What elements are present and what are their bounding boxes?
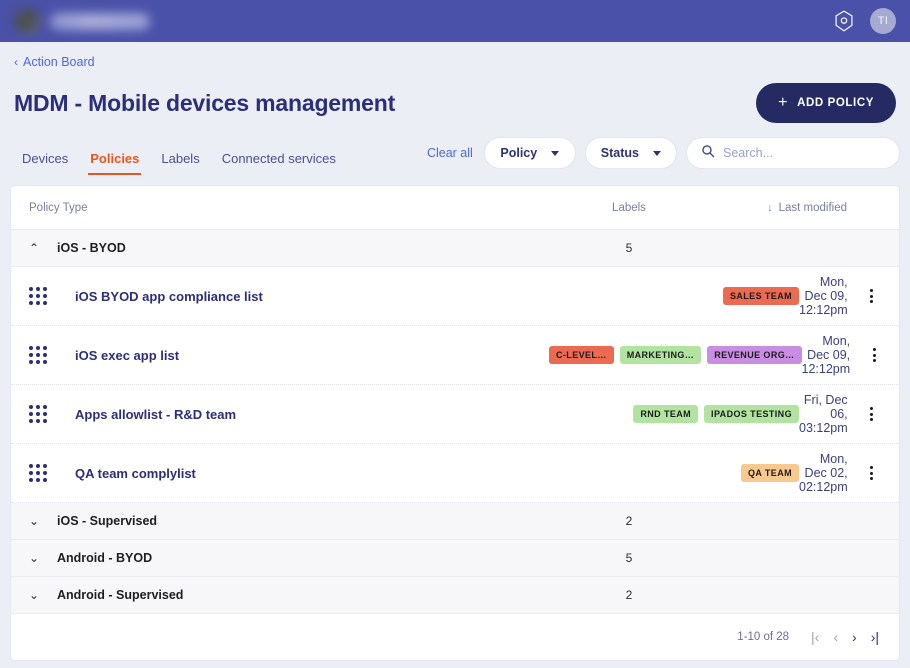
row-menu-icon[interactable]	[862, 466, 882, 480]
drag-handle-icon[interactable]	[29, 346, 75, 364]
sort-descending-icon: ↓	[767, 201, 773, 214]
group-label-count: 5	[625, 551, 633, 565]
table-header-row: Policy Type Labels ↓ Last modified	[11, 186, 899, 230]
drag-handle-icon[interactable]	[29, 287, 75, 305]
policies-table-card: Policy Type Labels ↓ Last modified ⌃ iOS…	[10, 185, 900, 661]
page-title: MDM - Mobile devices management	[14, 89, 396, 116]
policy-labels: SALES TEAM	[549, 287, 799, 305]
chevron-left-icon: ‹	[14, 55, 18, 69]
policy-last-modified: Fri, Dec 06, 03:12pm	[799, 393, 848, 435]
group-row-android-supervised[interactable]: ⌄ Android - Supervised 2	[11, 577, 899, 614]
pagination-next-icon[interactable]: ›	[852, 630, 857, 644]
group-label-count: 2	[625, 588, 633, 602]
policy-labels: C-LEVEL… MARKETING… REVENUE ORG…	[549, 346, 802, 364]
pagination: 1-10 of 28 |‹ ‹ › ›|	[11, 614, 899, 660]
table-row[interactable]: QA team complylist QA TEAM Mon, Dec 02, …	[11, 444, 899, 503]
filter-controls: Clear all Policy Status	[427, 137, 900, 175]
policy-last-modified: Mon, Dec 02, 02:12pm	[799, 452, 848, 494]
app-bar-actions: TI	[834, 8, 896, 34]
row-menu-icon[interactable]	[862, 289, 882, 303]
group-name: iOS - BYOD	[57, 241, 126, 255]
group-row-ios-supervised[interactable]: ⌄ iOS - Supervised 2	[11, 503, 899, 540]
column-header-last-modified-label: Last modified	[778, 201, 847, 214]
policy-labels: RND TEAM IPADOS TESTING	[549, 405, 799, 423]
table-row[interactable]: iOS BYOD app compliance list SALES TEAM …	[11, 267, 899, 326]
add-policy-label: ADD POLICY	[797, 97, 874, 109]
group-name: Android - BYOD	[57, 551, 153, 565]
column-header-last-modified[interactable]: ↓ Last modified	[709, 202, 881, 214]
app-bar: TI	[0, 0, 910, 42]
group-name: iOS - Supervised	[57, 514, 158, 528]
toolbar: Devices Policies Labels Connected servic…	[0, 123, 910, 175]
chevron-down-icon: ⌄	[29, 588, 40, 602]
pagination-last-icon[interactable]: ›|	[871, 630, 879, 644]
policy-last-modified: Mon, Dec 09, 12:12pm	[801, 334, 851, 376]
chevron-down-icon: ⌄	[29, 551, 40, 565]
page-header: MDM - Mobile devices management + ADD PO…	[0, 69, 910, 123]
group-row-android-byod[interactable]: ⌄ Android - BYOD 5	[11, 540, 899, 577]
label-badge[interactable]: RND TEAM	[633, 405, 699, 423]
label-badge[interactable]: QA TEAM	[741, 464, 799, 482]
column-header-labels[interactable]: Labels	[549, 202, 709, 214]
tab-policies[interactable]: Policies	[80, 147, 149, 175]
clear-all-link[interactable]: Clear all	[427, 146, 473, 160]
tab-bar: Devices Policies Labels Connected servic…	[12, 147, 346, 175]
pagination-range: 1-10 of 28	[737, 631, 790, 643]
chevron-down-icon	[551, 150, 560, 156]
group-row-ios-byod[interactable]: ⌃ iOS - BYOD 5	[11, 230, 899, 267]
plus-icon: +	[778, 94, 789, 111]
label-badge[interactable]: C-LEVEL…	[549, 346, 614, 364]
group-label-count: 5	[625, 241, 633, 255]
label-badge[interactable]: REVENUE ORG…	[707, 346, 802, 364]
row-menu-icon[interactable]	[862, 407, 882, 421]
brand-logo-blurred[interactable]	[14, 8, 150, 34]
pagination-prev-icon[interactable]: ‹	[833, 630, 838, 644]
avatar[interactable]: TI	[870, 8, 896, 34]
tab-connected-services[interactable]: Connected services	[212, 147, 346, 175]
search-box[interactable]	[686, 137, 900, 169]
column-header-policy-type[interactable]: Policy Type	[29, 202, 549, 214]
label-badge[interactable]: SALES TEAM	[722, 287, 799, 305]
search-input[interactable]	[723, 146, 885, 160]
policy-last-modified: Mon, Dec 09, 12:12pm	[799, 275, 848, 317]
policy-name-link[interactable]: iOS BYOD app compliance list	[75, 289, 549, 304]
drag-handle-icon[interactable]	[29, 464, 75, 482]
tab-labels[interactable]: Labels	[151, 147, 209, 175]
policy-filter-dropdown[interactable]: Policy	[483, 137, 576, 169]
policy-name-link[interactable]: QA team complylist	[75, 466, 549, 481]
chevron-down-icon	[653, 150, 661, 156]
pagination-first-icon[interactable]: |‹	[811, 630, 819, 644]
brand-mark-icon	[14, 8, 40, 34]
tab-devices[interactable]: Devices	[12, 147, 78, 175]
gear-icon[interactable]	[834, 10, 854, 32]
table-row[interactable]: Apps allowlist - R&D team RND TEAM IPADO…	[11, 385, 899, 444]
label-badge[interactable]: MARKETING…	[619, 346, 702, 364]
policy-name-link[interactable]: Apps allowlist - R&D team	[75, 407, 549, 422]
brand-wordmark	[50, 12, 150, 30]
chevron-down-icon: ⌄	[29, 514, 40, 528]
status-filter-dropdown[interactable]: Status	[584, 137, 677, 169]
add-policy-button[interactable]: + ADD POLICY	[756, 83, 896, 123]
row-menu-icon[interactable]	[864, 348, 884, 362]
policy-labels: QA TEAM	[549, 464, 799, 482]
group-name: Android - Supervised	[57, 588, 184, 602]
breadcrumb[interactable]: ‹ Action Board	[0, 42, 109, 69]
drag-handle-icon[interactable]	[29, 405, 75, 423]
breadcrumb-label: Action Board	[23, 55, 95, 69]
label-badge[interactable]: IPADOS TESTING	[704, 405, 799, 423]
table-row[interactable]: iOS exec app list C-LEVEL… MARKETING… RE…	[11, 326, 899, 385]
group-label-count: 2	[625, 514, 633, 528]
status-filter-label: Status	[600, 146, 639, 160]
chevron-up-icon: ⌃	[29, 241, 40, 255]
search-icon	[701, 144, 715, 163]
policy-name-link[interactable]: iOS exec app list	[75, 348, 549, 363]
avatar-initials: TI	[877, 15, 889, 27]
policy-filter-label: Policy	[500, 146, 538, 160]
